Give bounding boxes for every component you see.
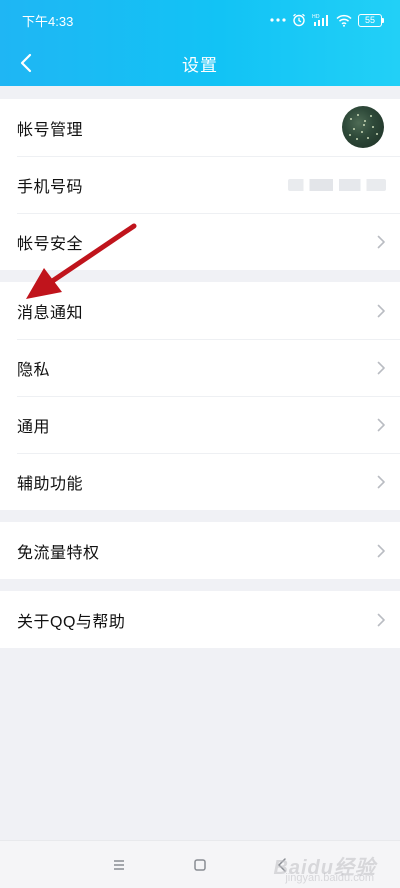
system-nav-bar: Baidu经验 jingyan.baidu.com — [0, 840, 400, 888]
back-button[interactable] — [10, 47, 42, 79]
header: 下午4:33 HD 55 设置 — [0, 0, 400, 86]
chevron-right-icon — [377, 361, 385, 374]
title-bar: 设置 — [0, 40, 400, 86]
row-privacy[interactable]: 隐私 — [0, 339, 400, 396]
row-about-help[interactable]: 关于QQ与帮助 — [0, 591, 400, 648]
row-account-security[interactable]: 帐号安全 — [0, 213, 400, 270]
row-general[interactable]: 通用 — [0, 396, 400, 453]
hd-signal-icon: HD — [312, 14, 328, 26]
chevron-right-icon — [377, 418, 385, 431]
settings-group-account: 帐号管理 手机号码 帐号安全 — [0, 99, 400, 270]
battery-level: 55 — [358, 13, 382, 27]
alarm-icon — [293, 13, 305, 27]
settings-screen: 下午4:33 HD 55 设置 帐号管理 手机号码 帐号安全 消息通知 隐私 通… — [0, 0, 400, 888]
status-bar: 下午4:33 HD 55 — [0, 0, 400, 40]
row-label: 消息通知 — [17, 304, 84, 322]
chevron-right-icon — [377, 304, 385, 317]
watermark-url: jingyan.baidu.com — [285, 872, 374, 884]
row-label: 通用 — [17, 418, 51, 436]
chevron-right-icon — [377, 235, 385, 248]
chevron-right-icon — [377, 475, 385, 488]
chevron-right-icon — [377, 613, 385, 626]
settings-group-data: 免流量特权 — [0, 522, 400, 579]
settings-group-about: 关于QQ与帮助 — [0, 591, 400, 648]
row-label: 免流量特权 — [17, 544, 100, 562]
status-icons: HD 55 — [270, 13, 384, 27]
menu-icon[interactable] — [108, 855, 130, 875]
svg-text:HD: HD — [312, 14, 320, 20]
row-label: 帐号安全 — [17, 235, 84, 253]
chevron-right-icon — [377, 544, 385, 557]
row-account-management[interactable]: 帐号管理 — [0, 99, 400, 156]
row-phone-number[interactable]: 手机号码 — [0, 156, 400, 213]
row-accessibility[interactable]: 辅助功能 — [0, 453, 400, 510]
blurred-phone-value — [288, 179, 386, 191]
row-free-data-privilege[interactable]: 免流量特权 — [0, 522, 400, 579]
page-title: 设置 — [182, 55, 218, 75]
row-label: 帐号管理 — [17, 121, 84, 139]
dots-icon — [270, 18, 286, 22]
row-label: 关于QQ与帮助 — [17, 613, 126, 631]
wifi-icon — [336, 14, 352, 27]
home-icon[interactable] — [189, 855, 211, 875]
row-label: 手机号码 — [17, 178, 84, 196]
chevron-left-icon — [20, 53, 32, 73]
settings-group-general: 消息通知 隐私 通用 辅助功能 — [0, 282, 400, 510]
row-notifications[interactable]: 消息通知 — [0, 282, 400, 339]
row-label: 辅助功能 — [17, 475, 84, 493]
battery-icon: 55 — [358, 13, 384, 27]
row-label: 隐私 — [17, 361, 51, 379]
status-time: 下午4:33 — [22, 13, 74, 29]
avatar[interactable] — [342, 106, 384, 148]
